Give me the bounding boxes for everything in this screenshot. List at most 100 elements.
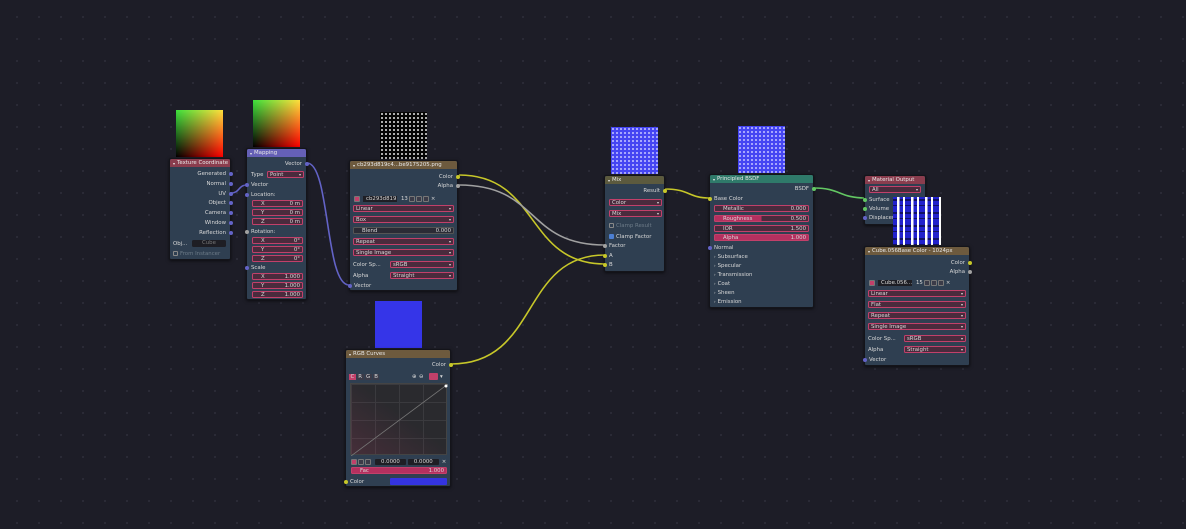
socket[interactable] [602,262,607,267]
collapse-icon[interactable]: ▾ [868,249,870,254]
scale-z-field[interactable]: Z 1.000 [252,291,303,298]
texture-coordinate-node[interactable]: ▾ Texture Coordinate Generated Normal UV … [169,158,233,260]
scale-x-field[interactable]: X 1.000 [252,273,303,280]
collapse-icon[interactable]: ▾ [608,178,610,183]
rotation-x-field[interactable]: X 0° [252,237,303,244]
color-swatch[interactable] [390,478,447,485]
socket[interactable] [862,206,867,211]
image-datablock[interactable]: cb293d819... 13 × [350,194,457,203]
tab-c[interactable]: C [349,373,356,380]
location-z-field[interactable]: Z0 m [252,218,303,225]
point-y-field[interactable]: 0.0000 [407,458,439,465]
socket[interactable] [244,182,249,187]
socket[interactable] [448,362,453,367]
collapse-icon[interactable]: ▾ [713,177,715,182]
object-field[interactable]: Cube [192,240,226,247]
alpha-field[interactable]: Alpha 1.000 [714,234,809,241]
socket[interactable] [602,253,607,258]
socket[interactable] [862,357,867,362]
location-x-field[interactable]: X0 m [252,200,303,207]
socket[interactable] [862,197,867,202]
socket[interactable] [707,196,712,201]
socket[interactable] [811,186,816,191]
panel-specular[interactable]: › Specular [710,261,813,270]
clamp-factor[interactable]: Clamp Factor [605,232,664,241]
panel-sheen[interactable]: › Sheen [710,288,813,297]
panel-emission[interactable]: › Emission [710,297,813,306]
fake-user-icon[interactable] [923,279,930,286]
socket[interactable] [228,191,233,196]
socket[interactable] [967,260,972,265]
rotation-z-field[interactable]: Z 0° [252,255,303,262]
panel-subsurface[interactable]: › Subsurface [710,252,813,261]
blend-mode-dropdown[interactable]: Mix ▾ [609,210,662,217]
vector-handle-icon[interactable] [358,458,364,465]
close-icon[interactable]: × [431,196,436,202]
auto-handle-icon[interactable] [365,458,371,465]
collapse-icon[interactable]: ▾ [349,352,351,357]
collapse-icon[interactable]: ▾ [173,161,175,166]
socket[interactable] [967,269,972,274]
open-folder-icon[interactable] [937,279,944,286]
image-texture-node[interactable]: ▾ cb293d819c4...be9175205.png Color Alpha… [347,160,460,291]
fac-field[interactable]: Fac 1.000 [351,467,447,474]
socket[interactable] [228,230,233,235]
clamp-result[interactable]: Clamp Result [605,221,664,230]
socket[interactable] [662,188,667,193]
node-header[interactable]: ▾ Material Output [865,176,925,184]
image-datablock[interactable]: Cube.056... 15 × [865,278,969,287]
target-dropdown[interactable]: All ▾ [869,186,921,193]
projection-dropdown[interactable]: Flat ▾ [868,301,966,308]
socket[interactable] [228,181,233,186]
tab-r[interactable]: R [356,373,364,380]
socket[interactable] [602,243,607,248]
socket[interactable] [244,192,249,197]
mix-node[interactable]: ▾ Mix Result Color ▾ Mix ▾ Clamp Result Cla… [602,175,667,272]
blend-field[interactable]: Blend 0.000 [353,227,454,234]
panel-transmission[interactable]: › Transmission [710,270,813,279]
socket[interactable] [304,161,309,166]
curve-editor[interactable] [350,383,448,456]
from-instancer-checkbox[interactable] [173,251,178,256]
tab-g[interactable]: G [364,373,372,380]
colorspace-dropdown[interactable]: sRGB ▾ [904,335,966,342]
close-icon[interactable]: × [946,280,951,286]
node-header[interactable]: ▾ RGB Curves [346,350,450,358]
rotation-y-field[interactable]: Y 0° [252,246,303,253]
collapse-icon[interactable]: ▾ [250,151,252,156]
roughness-field[interactable]: Roughness 0.500 [714,215,809,222]
fake-user-icon[interactable] [408,195,415,202]
rgb-curves-node[interactable]: ▾ RGB Curves Color C R G B ⊕ ⊖ ▾ 0.0000 0… [343,349,453,487]
interpolation-dropdown[interactable]: Linear ▾ [353,205,454,212]
from-instancer[interactable]: From Instancer [170,249,230,258]
point-x-field[interactable]: 0.0000 [375,458,406,465]
curve-tools-dropdown[interactable] [429,373,438,380]
open-folder-icon[interactable] [422,195,429,202]
scale-y-field[interactable]: Y 1.000 [252,282,303,289]
collapse-icon[interactable]: ▾ [868,178,870,183]
image-browse-icon[interactable] [869,279,875,286]
panel-coat[interactable]: › Coat [710,279,813,288]
zoom-in-icon[interactable]: ⊕ [412,374,417,380]
source-dropdown[interactable]: Single Image ▾ [353,249,454,256]
node-header[interactable]: ▾ Mix [605,176,664,184]
delete-point-icon[interactable]: × [442,459,447,465]
node-header[interactable]: ▾ cb293d819c4...be9175205.png [350,161,457,169]
clamp-factor-checkbox[interactable] [609,234,614,239]
socket[interactable] [707,245,712,250]
socket[interactable] [343,479,348,484]
type-dropdown[interactable]: Point ▾ [267,171,304,178]
socket[interactable] [244,265,249,270]
tab-b[interactable]: B [372,373,380,380]
socket[interactable] [347,283,352,288]
duplicate-icon[interactable] [415,195,422,202]
mapping-node[interactable]: ▾ Mapping Vector Type Point ▾ Vector Locati… [244,148,309,300]
socket[interactable] [228,210,233,215]
socket[interactable] [228,220,233,225]
source-dropdown[interactable]: Single Image ▾ [868,323,966,330]
socket[interactable] [455,174,460,179]
socket[interactable] [862,215,867,220]
handle-icon[interactable] [351,458,357,465]
alpha-mode-dropdown[interactable]: Straight ▾ [904,346,966,353]
node-header[interactable]: ▾ Principled BSDF [710,175,813,183]
